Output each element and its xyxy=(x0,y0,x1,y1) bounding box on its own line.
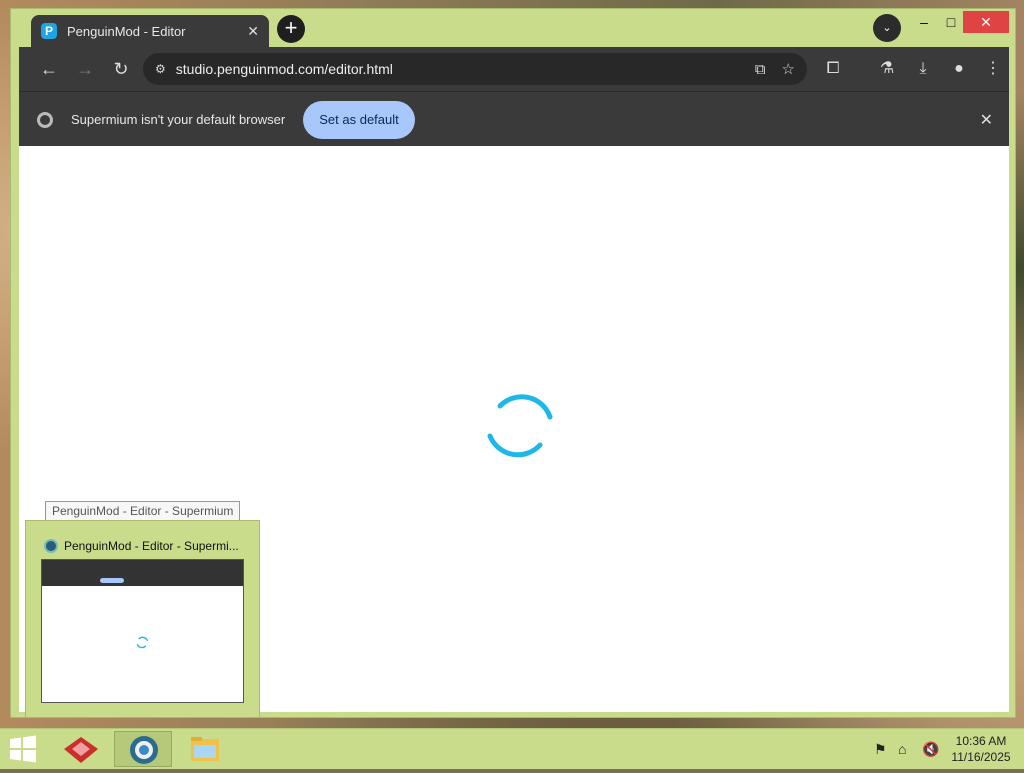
system-clock[interactable]: 10:36 AM 11/16/2025 xyxy=(946,733,1016,765)
taskbar-tooltip: PenguinMod - Editor - Supermium xyxy=(45,501,241,521)
volume-muted-icon[interactable]: 🔇 xyxy=(922,741,939,758)
thumbnail-title: PenguinMod - Editor - Supermi... xyxy=(44,539,239,553)
infobar-message: Supermium isn't your default browser xyxy=(71,112,286,127)
extensions-icon[interactable]: ⧠ xyxy=(821,57,845,81)
tab-penguinmod-editor[interactable]: P PenguinMod - Editor ✕ xyxy=(31,15,269,47)
tab-search-button[interactable]: ⌄ xyxy=(873,14,901,42)
loading-spinner-icon xyxy=(487,394,553,458)
taskbar-supermium[interactable] xyxy=(114,731,172,767)
address-url[interactable]: studio.penguinmod.com/editor.html xyxy=(176,61,739,77)
taskbar-file-explorer[interactable] xyxy=(176,731,234,767)
red-app-icon xyxy=(64,737,98,763)
install-app-icon[interactable]: ⧉ xyxy=(755,61,766,78)
clock-time: 10:36 AM xyxy=(955,734,1007,748)
thumbnail-window-image xyxy=(41,559,244,703)
back-icon[interactable]: ← xyxy=(37,57,61,81)
download-icon[interactable]: ⤓ xyxy=(911,57,935,81)
address-bar[interactable]: ⚙ studio.penguinmod.com/editor.html ⧉ ☆ xyxy=(143,53,807,85)
browser-logo-icon xyxy=(37,112,53,128)
network-icon[interactable]: ⌂ xyxy=(898,741,906,757)
taskbar: ⚑ ⌂ 🔇 10:36 AM 11/16/2025 xyxy=(0,728,1024,769)
profile-icon[interactable]: ● xyxy=(947,57,971,81)
thumbnail-button xyxy=(100,578,124,583)
tab-close-icon[interactable]: ✕ xyxy=(247,23,259,40)
new-tab-button[interactable]: + xyxy=(277,15,305,43)
default-browser-infobar: Supermium isn't your default browser Set… xyxy=(19,91,1009,147)
set-as-default-button[interactable]: Set as default xyxy=(303,101,415,139)
browser-toolbar: ← → ↻ ⚙ studio.penguinmod.com/editor.htm… xyxy=(19,47,1009,91)
bookmark-star-icon[interactable]: ☆ xyxy=(782,60,795,78)
thumbnail-title-text: PenguinMod - Editor - Supermi... xyxy=(64,539,239,553)
thumbnail-toolbar xyxy=(42,560,243,586)
tab-title: PenguinMod - Editor xyxy=(67,23,186,39)
reload-icon[interactable]: ↻ xyxy=(109,57,133,81)
supermium-app-icon xyxy=(44,539,58,553)
flag-icon[interactable]: ⚑ xyxy=(874,741,887,758)
labs-icon[interactable]: ⚗ xyxy=(875,57,899,81)
close-window-button[interactable]: ✕ xyxy=(963,11,1009,33)
supermium-taskbar-icon xyxy=(130,736,158,764)
site-info-icon[interactable]: ⚙ xyxy=(155,62,166,76)
windows-start-icon[interactable] xyxy=(8,735,38,763)
penguinmod-favicon-icon: P xyxy=(41,23,57,39)
tab-strip: P PenguinMod - Editor ✕ + ⌄ – □ ✕ xyxy=(11,9,1015,49)
infobar-close-icon[interactable]: ✕ xyxy=(980,110,993,130)
forward-icon[interactable]: → xyxy=(73,57,97,81)
clock-date: 11/16/2025 xyxy=(951,750,1011,764)
thumbnail-spinner-icon xyxy=(136,636,149,649)
taskbar-thumbnail-preview[interactable]: PenguinMod - Editor - Supermi... xyxy=(25,520,260,718)
taskbar-app-1[interactable] xyxy=(52,731,110,767)
menu-icon[interactable]: ⋮ xyxy=(981,57,1005,81)
folder-icon xyxy=(191,737,219,761)
